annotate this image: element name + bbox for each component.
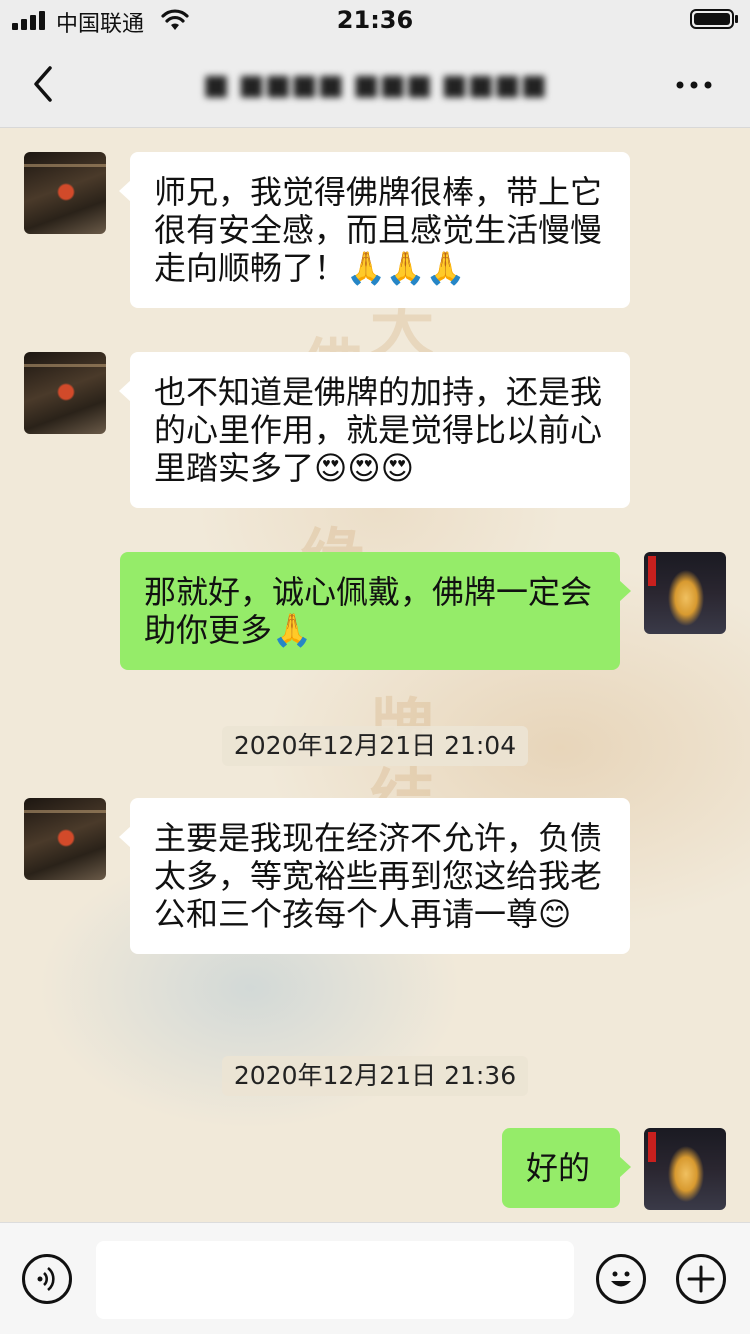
back-button[interactable] xyxy=(22,62,66,106)
more-dots-icon xyxy=(676,81,712,89)
more-functions-button[interactable] xyxy=(676,1254,726,1304)
emoji-icon xyxy=(611,1271,631,1287)
message-bubble-outgoing[interactable]: 好的 xyxy=(502,1128,631,1208)
my-avatar[interactable] xyxy=(644,1128,726,1210)
voice-input-button[interactable] xyxy=(22,1254,72,1304)
message-bubble-incoming[interactable]: 也不知道是佛牌的加持，还是我的心里作用，就是觉得比以前心里踏实多了😍😍😍 xyxy=(119,352,630,508)
message-bubble-incoming[interactable]: 主要是我现在经济不允许，负债太多，等宽裕些再到您这给我老公和三个孩每个人再请一尊… xyxy=(119,798,630,954)
message-text: 师兄，我觉得佛牌很棒，带上它很有安全感，而且感觉生活慢慢走向顺畅了！🙏🙏🙏 xyxy=(154,173,603,287)
voice-input-icon xyxy=(37,1266,55,1292)
message-text: 那就好，诚心佩戴，佛牌一定会助你更多🙏 xyxy=(144,573,593,649)
contact-avatar[interactable] xyxy=(24,352,106,434)
battery-full-icon xyxy=(690,9,738,29)
chat-title: ■ ■■■■ ■■■ ■■■■ xyxy=(202,68,548,101)
message-timestamp: 2020年12月21日 21:04 xyxy=(0,726,750,766)
chat-header: ■ ■■■■ ■■■ ■■■■ xyxy=(0,42,750,128)
status-bar: 中国联通 21:36 xyxy=(0,0,750,42)
emoji-button[interactable] xyxy=(596,1254,646,1304)
input-bar xyxy=(0,1222,750,1334)
more-button[interactable] xyxy=(672,70,716,100)
message-text: 也不知道是佛牌的加持，还是我的心里作用，就是觉得比以前心里踏实多了😍😍😍 xyxy=(154,373,603,487)
message-bubble-incoming[interactable]: 师兄，我觉得佛牌很棒，带上它很有安全感，而且感觉生活慢慢走向顺畅了！🙏🙏🙏 xyxy=(119,152,630,308)
status-time: 21:36 xyxy=(336,6,414,34)
my-avatar[interactable] xyxy=(644,552,726,634)
chevron-left-icon xyxy=(34,66,52,102)
message-timestamp: 2020年12月21日 21:36 xyxy=(0,1056,750,1096)
plus-icon xyxy=(687,1265,715,1293)
message-bubble-outgoing[interactable]: 那就好，诚心佩戴，佛牌一定会助你更多🙏 xyxy=(120,552,631,670)
contact-avatar[interactable] xyxy=(24,798,106,880)
message-input[interactable] xyxy=(96,1241,574,1319)
contact-avatar[interactable] xyxy=(24,152,106,234)
message-text: 主要是我现在经济不允许，负债太多，等宽裕些再到您这给我老公和三个孩每个人再请一尊… xyxy=(154,819,603,933)
message-text: 好的 xyxy=(526,1149,591,1187)
